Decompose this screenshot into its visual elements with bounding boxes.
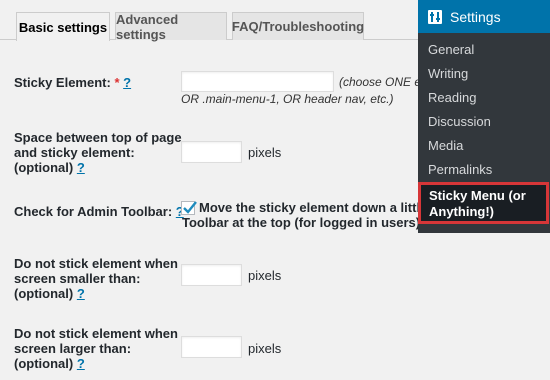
max-width-optional: (optional) (14, 356, 74, 371)
tab-faq-troubleshooting[interactable]: FAQ/Troubleshooting (232, 12, 364, 40)
menu-item-reading[interactable]: Reading (428, 90, 476, 105)
menu-item-permalinks[interactable]: Permalinks (428, 162, 492, 177)
min-width-optional: (optional) (14, 286, 74, 301)
space-top-input[interactable] (181, 141, 242, 163)
min-width-unit: pixels (248, 268, 282, 283)
min-width-label-line1: Do not stick element when (14, 256, 178, 271)
min-width-label: Do not stick element when screen smaller… (14, 256, 178, 301)
max-width-help-link[interactable]: ? (77, 356, 85, 371)
sticky-element-label: Sticky Element: * ? (14, 75, 131, 90)
admin-toolbar-text-line2: Toolbar at the top (for logged in users)… (182, 215, 424, 230)
max-width-label: Do not stick element when screen larger … (14, 326, 178, 371)
menu-item-general[interactable]: General (428, 42, 474, 57)
space-top-label-line2: and sticky element: (14, 145, 135, 160)
space-top-label: Space between top of page and sticky ele… (14, 130, 182, 175)
sticky-element-input[interactable] (181, 71, 334, 92)
sticky-element-label-text: Sticky Element: (14, 75, 111, 90)
tab-basic-settings[interactable]: Basic settings (16, 12, 110, 41)
space-top-label-line3: (optional) ? (14, 160, 182, 175)
sticky-element-note-line1: (choose ONE ele (339, 75, 431, 89)
sticky-element-note-line2: OR .main-menu-1, OR header nav, etc.) (181, 92, 394, 106)
admin-toolbar-description: Move the sticky element down a little if… (182, 200, 455, 230)
tab-advanced-settings[interactable]: Advanced settings (115, 12, 227, 42)
admin-toolbar-label: Check for Admin Toolbar: ? (14, 204, 184, 219)
max-width-label-line2: screen larger than: (14, 341, 132, 356)
min-width-input[interactable] (181, 264, 242, 286)
menu-item-writing[interactable]: Writing (428, 66, 468, 81)
settings-menu-header[interactable]: Settings (418, 0, 550, 33)
space-top-label-line1: Space between top of page (14, 130, 182, 145)
sticky-menu-label-line2: Anything!) (429, 204, 494, 219)
min-width-label-line3: (optional) ? (14, 286, 178, 301)
menu-item-sticky-menu[interactable]: Sticky Menu (or Anything!) (418, 182, 549, 224)
space-top-help-link[interactable]: ? (77, 160, 85, 175)
space-top-unit: pixels (248, 145, 282, 160)
max-width-label-line1: Do not stick element when (14, 326, 178, 341)
menu-item-media[interactable]: Media (428, 138, 463, 153)
admin-toolbar-label-text: Check for Admin Toolbar: (14, 204, 173, 219)
settings-icon (428, 9, 442, 24)
sticky-element-help-link[interactable]: ? (123, 75, 131, 90)
max-width-unit: pixels (248, 341, 282, 356)
min-width-label-line2: screen smaller than: (14, 271, 141, 286)
menu-item-sticky-menu-label: Sticky Menu (or Anything!) (429, 188, 526, 220)
menu-item-discussion[interactable]: Discussion (428, 114, 491, 129)
settings-menu-title: Settings (450, 8, 501, 25)
min-width-help-link[interactable]: ? (77, 286, 85, 301)
required-mark: * (114, 75, 120, 90)
space-top-optional: (optional) (14, 160, 74, 175)
max-width-input[interactable] (181, 336, 242, 358)
max-width-label-line3: (optional) ? (14, 356, 178, 371)
admin-toolbar-text-line1: Move the sticky element down a little if… (199, 200, 455, 215)
sticky-menu-label-line1: Sticky Menu (or (429, 188, 526, 203)
